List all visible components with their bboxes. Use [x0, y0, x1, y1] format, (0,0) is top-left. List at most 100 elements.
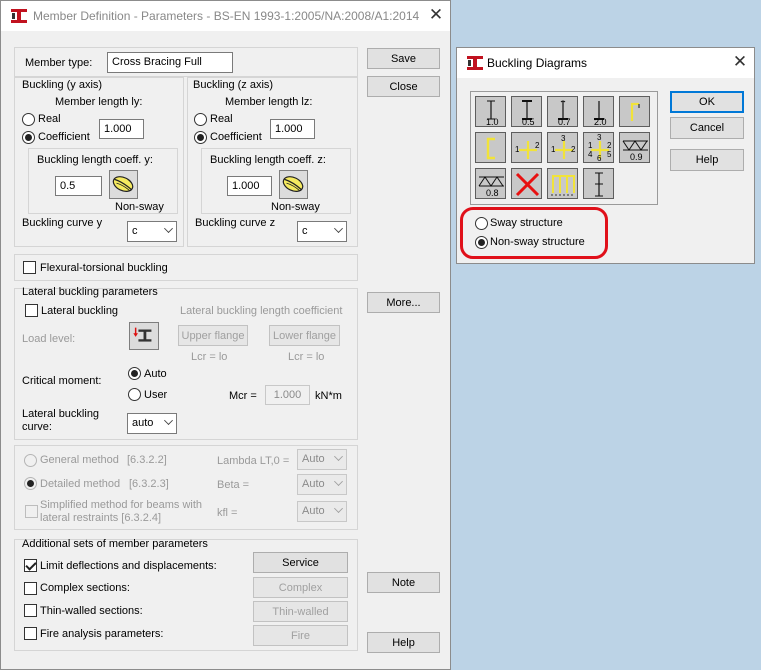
kfl-select[interactable]: Auto	[297, 501, 347, 522]
diagram-truss-08[interactable]: 0.8	[475, 168, 506, 199]
coefficient-y-radio[interactable]	[22, 131, 35, 144]
diagram-pinned-pinned[interactable]: 1.0	[475, 96, 506, 127]
braced-column-icon	[595, 172, 603, 197]
member-dialog-titlebar: Member Definition - Parameters - BS-EN 1…	[1, 1, 450, 31]
member-type-label: Member type:	[25, 57, 93, 69]
chevron-down-icon	[334, 477, 343, 486]
close-icon[interactable]: ✕	[425, 5, 447, 27]
critical-moment-label: Critical moment:	[22, 375, 102, 387]
tile-label: 0.9	[630, 152, 643, 162]
real-y-label: Real	[38, 113, 61, 125]
tile-label: 0.5	[522, 117, 535, 127]
member-length-y-label: Member length ly:	[55, 96, 143, 108]
tile-number: 2	[607, 141, 612, 150]
diagram-frame-sway[interactable]	[619, 96, 650, 127]
non-sway-structure-radio[interactable]	[475, 236, 488, 249]
buckling-diagram-y-button[interactable]	[109, 170, 138, 199]
lower-flange-button[interactable]: Lower flange	[269, 325, 340, 346]
thin-walled-button[interactable]: Thin-walled	[253, 601, 348, 622]
ok-button[interactable]: OK	[670, 91, 744, 113]
service-button[interactable]: Service	[253, 552, 348, 573]
coefficient-y-label: Coefficient	[38, 131, 90, 143]
diagram-cross-2[interactable]: 1 2	[511, 132, 542, 163]
simplified-method-label-line1: Simplified method for beams with	[40, 499, 203, 511]
member-type-field[interactable]: Cross Bracing Full	[107, 52, 233, 73]
sway-structure-radio[interactable]	[475, 217, 488, 230]
help-button[interactable]: Help	[670, 149, 744, 171]
diagram-truss-09[interactable]: 0.9	[619, 132, 650, 163]
lateral-buckling-label: Lateral buckling	[41, 305, 119, 317]
fire-analysis-checkbox[interactable]	[24, 627, 37, 640]
lateral-buckling-title: Lateral buckling parameters	[22, 286, 158, 298]
help-button[interactable]: Help	[367, 632, 440, 653]
fire-button[interactable]: Fire	[253, 625, 348, 646]
diagram-braced-column[interactable]	[583, 168, 614, 199]
real-y-radio[interactable]	[22, 113, 35, 126]
buckling-curve-y-select[interactable]: c	[127, 221, 177, 242]
simplified-method-checkbox[interactable]	[25, 505, 38, 518]
buckling-coeff-z-field[interactable]: 1.000	[227, 176, 272, 196]
diagram-cross-6[interactable]: 3 1 2 4 5 6	[583, 132, 614, 163]
flexural-torsional-label: Flexural-torsional buckling	[40, 262, 168, 274]
close-button[interactable]: Close	[367, 76, 440, 97]
beta-label: Beta =	[217, 479, 250, 491]
buckling-shape-icon	[282, 176, 304, 192]
beta-select[interactable]: Auto	[297, 474, 347, 495]
lateral-curve-label-line1: Lateral buckling	[22, 408, 100, 420]
critical-moment-user-radio[interactable]	[128, 388, 141, 401]
lateral-buckling-checkbox[interactable]	[25, 304, 38, 317]
save-button[interactable]: Save	[367, 48, 440, 69]
buckling-curve-z-select[interactable]: c	[297, 221, 347, 242]
diagram-none[interactable]	[511, 168, 542, 199]
sway-y-caption: Non-sway	[115, 201, 164, 213]
detailed-method-label: Detailed method	[40, 478, 121, 490]
more-button[interactable]: More...	[367, 292, 440, 313]
chevron-down-icon	[334, 452, 343, 461]
critical-moment-auto-label: Auto	[144, 368, 167, 380]
thin-walled-checkbox[interactable]	[24, 604, 37, 617]
sway-z-caption: Non-sway	[271, 201, 320, 213]
sway-structure-label: Sway structure	[490, 217, 563, 229]
close-icon[interactable]: ✕	[729, 52, 751, 74]
member-length-z-field[interactable]: 1.000	[270, 119, 315, 139]
note-button[interactable]: Note	[367, 572, 440, 593]
diagram-cantilever[interactable]: 2.0	[583, 96, 614, 127]
upper-flange-button[interactable]: Upper flange	[178, 325, 248, 346]
chevron-down-icon	[164, 416, 173, 425]
detailed-method-radio[interactable]	[24, 477, 37, 490]
diagram-fixed-pinned[interactable]: 0.7	[547, 96, 578, 127]
complex-button[interactable]: Complex	[253, 577, 348, 598]
buckling-curve-z-value: c	[302, 225, 308, 237]
flexural-torsional-checkbox[interactable]	[23, 261, 36, 274]
load-level-button[interactable]	[129, 322, 159, 350]
real-z-radio[interactable]	[194, 113, 207, 126]
mcr-field[interactable]: 1.000	[265, 385, 310, 405]
frame-bracket-icon	[486, 137, 495, 160]
chevron-down-icon	[334, 504, 343, 513]
limit-deflections-checkbox[interactable]	[24, 559, 37, 572]
buckling-diagram-z-button[interactable]	[279, 170, 308, 199]
diagram-frame-bracket[interactable]	[475, 132, 506, 163]
general-method-radio[interactable]	[24, 454, 37, 467]
buckling-dialog-title: Buckling Diagrams	[487, 56, 588, 70]
chevron-down-icon	[334, 224, 343, 233]
member-length-y-field[interactable]: 1.000	[99, 119, 144, 139]
load-level-label: Load level:	[22, 333, 76, 345]
lambda-value: Auto	[302, 453, 325, 465]
cancel-button[interactable]: Cancel	[670, 117, 744, 139]
critical-moment-auto-radio[interactable]	[128, 367, 141, 380]
lateral-curve-select[interactable]: auto	[127, 413, 177, 434]
complex-sections-label: Complex sections:	[40, 582, 130, 594]
buckling-coeff-z-label: Buckling length coeff. z:	[210, 154, 326, 166]
buckling-coeff-y-field[interactable]: 0.5	[55, 176, 102, 196]
tile-number: 4	[588, 150, 593, 159]
lambda-select[interactable]: Auto	[297, 449, 347, 470]
complex-sections-checkbox[interactable]	[24, 582, 37, 595]
diagram-portal-frame[interactable]	[547, 168, 578, 199]
diagram-fixed-fixed[interactable]: 0.5	[511, 96, 542, 127]
coefficient-z-radio[interactable]	[194, 131, 207, 144]
diagram-cross-3[interactable]: 3 1 2	[547, 132, 578, 163]
critical-moment-user-label: User	[144, 389, 168, 401]
tile-number: 5	[607, 150, 612, 159]
general-method-label: General method	[40, 454, 119, 466]
